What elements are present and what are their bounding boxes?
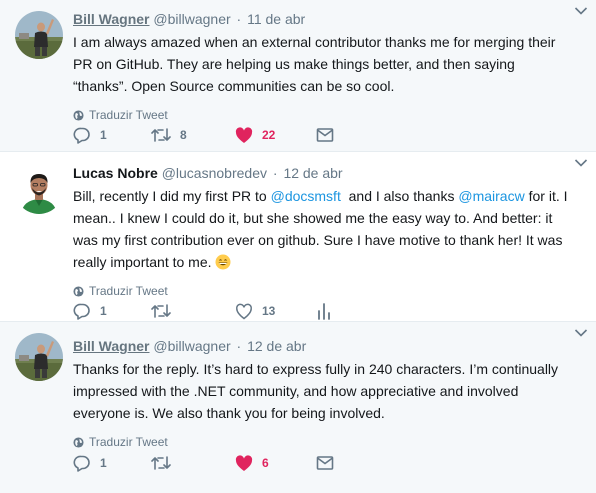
author-handle[interactable]: @billwagner [153, 11, 230, 27]
like-count: 22 [262, 128, 276, 142]
retweet-icon [151, 128, 171, 142]
chevron-down-icon[interactable] [574, 328, 588, 338]
reply-icon [73, 127, 90, 144]
tweet-text-part: Bill, recently I did my first PR to [73, 188, 271, 204]
heart-icon [235, 454, 253, 471]
tweet-text: Bill, recently I did my first PR to @doc… [73, 185, 573, 273]
like-button[interactable]: 22 [235, 125, 275, 145]
analytics-icon [318, 303, 330, 320]
like-button[interactable]: 13 [235, 301, 275, 321]
separator: · [272, 165, 278, 181]
reply-button[interactable]: 1 [73, 301, 107, 321]
translate-label: Traduzir Tweet [89, 284, 168, 298]
mention-link[interactable]: @mairacw [458, 188, 524, 204]
retweet-button[interactable] [151, 301, 180, 321]
like-count: 13 [262, 304, 276, 318]
translate-label: Traduzir Tweet [89, 435, 168, 449]
tweet-text: Thanks for the reply. It’s hard to expre… [73, 358, 573, 424]
separator: · [236, 11, 242, 27]
tweet-text-part: I am always amazed when an external cont… [73, 34, 556, 94]
retweet-icon [151, 304, 171, 318]
tweet-header: Bill Wagner @billwagner · 11 de abr [73, 9, 582, 29]
direct-message-button[interactable] [316, 453, 334, 473]
avatar[interactable] [15, 166, 63, 214]
mail-icon [316, 456, 334, 470]
reply-count: 1 [100, 456, 107, 470]
tweet-2[interactable]: Lucas Nobre @lucasnobredev · 12 de abr B… [0, 151, 596, 321]
globe-icon [73, 436, 84, 448]
heart-icon [235, 126, 253, 143]
globe-icon [73, 109, 84, 121]
translate-link[interactable]: Traduzir Tweet [73, 283, 582, 299]
reply-count: 1 [100, 128, 107, 142]
like-count: 6 [262, 456, 269, 470]
translate-link[interactable]: Traduzir Tweet [73, 434, 582, 450]
tweet-actions: 1 13 [73, 301, 353, 321]
chevron-down-icon[interactable] [574, 158, 588, 168]
mention-link[interactable]: @docsmsft [271, 188, 341, 204]
tweet-actions: 1 6 [73, 453, 353, 473]
tweet-3[interactable]: Bill Wagner @billwagner · 12 de abr Than… [0, 321, 596, 493]
retweet-icon [151, 456, 171, 470]
tweet-actions: 1 8 22 [73, 125, 353, 145]
avatar[interactable] [15, 333, 63, 381]
tweet-1[interactable]: Bill Wagner @billwagner · 11 de abr I am… [0, 0, 596, 151]
tweet-date[interactable]: 11 de abr [247, 11, 305, 27]
retweet-count: 8 [180, 128, 187, 142]
mail-icon [316, 128, 334, 142]
tweet-header: Lucas Nobre @lucasnobredev · 12 de abr [73, 163, 582, 183]
direct-message-button[interactable] [316, 125, 334, 145]
globe-icon [73, 285, 84, 297]
avatar[interactable] [15, 11, 63, 59]
translate-link[interactable]: Traduzir Tweet [73, 107, 582, 123]
tweet-date[interactable]: 12 de abr [283, 165, 342, 181]
tweet-date[interactable]: 12 de abr [247, 338, 306, 354]
grinning-face-icon [215, 254, 231, 270]
analytics-button[interactable] [316, 301, 332, 321]
tweet-header: Bill Wagner @billwagner · 12 de abr [73, 336, 582, 356]
author-handle[interactable]: @lucasnobredev [162, 165, 267, 181]
like-button[interactable]: 6 [235, 453, 269, 473]
author-handle[interactable]: @billwagner [153, 338, 230, 354]
reply-button[interactable]: 1 [73, 453, 107, 473]
separator: · [236, 338, 242, 354]
tweet-text: I am always amazed when an external cont… [73, 31, 573, 97]
tweet-thread: Bill Wagner @billwagner · 11 de abr I am… [0, 0, 596, 493]
heart-outline-icon [236, 303, 252, 319]
author-name[interactable]: Bill Wagner [73, 11, 150, 27]
reply-icon [73, 455, 90, 472]
author-name[interactable]: Bill Wagner [73, 338, 150, 354]
retweet-button[interactable] [151, 453, 180, 473]
translate-label: Traduzir Tweet [89, 108, 168, 122]
tweet-text-part: and I also thanks [340, 188, 459, 204]
reply-button[interactable]: 1 [73, 125, 107, 145]
author-name[interactable]: Lucas Nobre [73, 165, 158, 181]
reply-count: 1 [100, 304, 107, 318]
chevron-down-icon[interactable] [574, 6, 588, 16]
retweet-button[interactable]: 8 [151, 125, 187, 145]
tweet-text-part: Thanks for the reply. It’s hard to expre… [73, 361, 559, 421]
reply-icon [73, 303, 90, 320]
